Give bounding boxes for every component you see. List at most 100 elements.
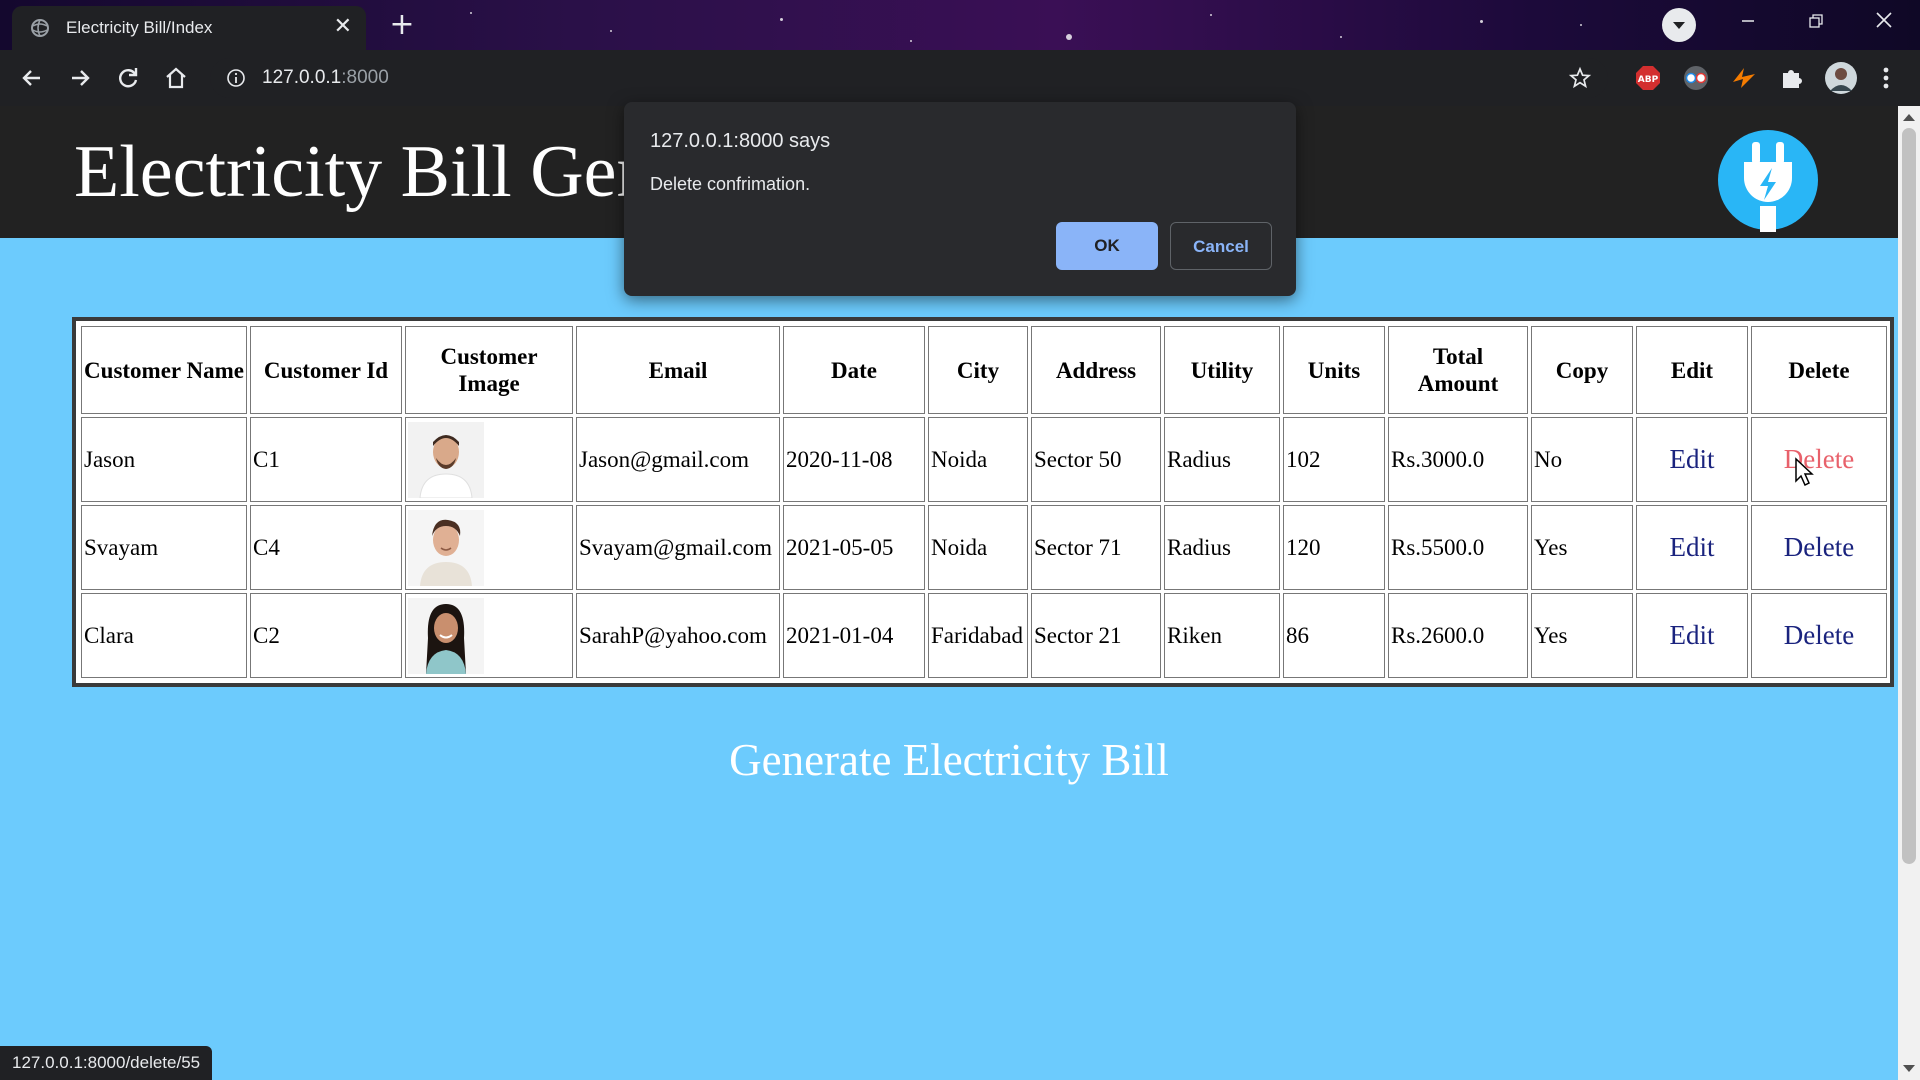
customer-name-cell: Svayam: [81, 505, 247, 590]
column-header: Delete: [1751, 326, 1887, 414]
reload-icon[interactable]: [110, 60, 146, 96]
tab-search-button[interactable]: [1662, 8, 1696, 42]
bookmark-star-icon[interactable]: [1568, 66, 1592, 90]
column-header: Address: [1031, 326, 1161, 414]
utility-cell: Riken: [1164, 593, 1280, 678]
column-header: Edit: [1636, 326, 1748, 414]
confirm-dialog: 127.0.0.1:8000 says Delete confrimation.…: [624, 102, 1296, 296]
browser-tab[interactable]: Electricity Bill/Index ✕: [12, 6, 366, 50]
dialog-title: 127.0.0.1:8000 says: [650, 130, 831, 152]
customer-photo: [408, 421, 484, 498]
email-cell: Jason@gmail.com: [576, 417, 780, 502]
column-header: Email: [576, 326, 780, 414]
customer-photo: [408, 597, 484, 674]
scroll-down-arrow-icon[interactable]: [1903, 1065, 1915, 1072]
extension-eyes-icon[interactable]: [1682, 64, 1710, 92]
copy-cell: Yes: [1531, 593, 1633, 678]
mouse-cursor-icon: [1795, 457, 1814, 487]
city-cell: Faridabad: [928, 593, 1028, 678]
column-header: Customer Image: [405, 326, 573, 414]
svg-text:ABP: ABP: [1638, 75, 1659, 85]
minimize-icon: [1742, 20, 1754, 22]
customer-image-cell: [405, 505, 573, 590]
city-cell: Noida: [928, 417, 1028, 502]
address-cell: Sector 21: [1031, 593, 1161, 678]
customers-table-container: Customer Name Customer Id Customer Image…: [72, 317, 1894, 687]
table-row: Clara C2 SarahP@yahoo.com 2021-01-04 Far…: [81, 593, 1887, 678]
customer-name-cell: Clara: [81, 593, 247, 678]
total-amount-cell: Rs.2600.0: [1388, 593, 1528, 678]
tab-strip: Electricity Bill/Index ✕ +: [0, 0, 1920, 50]
home-icon[interactable]: [158, 60, 194, 96]
column-header: Copy: [1531, 326, 1633, 414]
address-bar[interactable]: 127.0.0.1:8000: [210, 58, 1608, 98]
utility-cell: Radius: [1164, 505, 1280, 590]
new-tab-button[interactable]: +: [382, 6, 422, 46]
electric-plug-logo-icon: [1718, 130, 1818, 232]
email-cell: Svayam@gmail.com: [576, 505, 780, 590]
address-cell: Sector 71: [1031, 505, 1161, 590]
column-header: Customer Name: [81, 326, 247, 414]
units-cell: 86: [1283, 593, 1385, 678]
edit-link[interactable]: Edit: [1636, 417, 1748, 502]
info-icon[interactable]: [226, 68, 246, 88]
column-header: Utility: [1164, 326, 1280, 414]
extension-arrow-icon[interactable]: [1730, 64, 1758, 92]
table-row: Svayam C4 Svayam@gmail.com 2021-05-05 No…: [81, 505, 1887, 590]
column-header: City: [928, 326, 1028, 414]
scroll-up-arrow-icon[interactable]: [1903, 114, 1915, 121]
customer-id-cell: C4: [250, 505, 402, 590]
extensions-puzzle-icon[interactable]: [1778, 64, 1806, 92]
minimize-button[interactable]: [1718, 0, 1778, 44]
adblock-extension-icon[interactable]: ABP: [1634, 64, 1662, 92]
customer-image-cell: [405, 593, 573, 678]
close-icon: [1876, 12, 1892, 28]
table-row: Jason C1 Jason@gmail.com 2020-11-08 Noid…: [81, 417, 1887, 502]
tab-title: Electricity Bill/Index: [66, 18, 213, 37]
forward-icon[interactable]: [62, 60, 98, 96]
column-header: Units: [1283, 326, 1385, 414]
restore-icon: [1809, 14, 1823, 28]
url-text: 127.0.0.1:8000: [262, 67, 389, 88]
utility-cell: Radius: [1164, 417, 1280, 502]
delete-link[interactable]: Delete: [1751, 593, 1887, 678]
address-cell: Sector 50: [1031, 417, 1161, 502]
customer-name-cell: Jason: [81, 417, 247, 502]
total-amount-cell: Rs.3000.0: [1388, 417, 1528, 502]
edit-link[interactable]: Edit: [1636, 505, 1748, 590]
chevron-down-icon: [1673, 22, 1685, 29]
cancel-button[interactable]: Cancel: [1170, 222, 1272, 270]
date-cell: 2020-11-08: [783, 417, 925, 502]
email-cell: SarahP@yahoo.com: [576, 593, 780, 678]
scrollbar-thumb[interactable]: [1902, 128, 1916, 864]
total-amount-cell: Rs.5500.0: [1388, 505, 1528, 590]
customer-id-cell: C2: [250, 593, 402, 678]
more-menu-icon[interactable]: [1876, 64, 1896, 92]
edit-link[interactable]: Edit: [1636, 593, 1748, 678]
city-cell: Noida: [928, 505, 1028, 590]
copy-cell: No: [1531, 417, 1633, 502]
back-icon[interactable]: [14, 60, 50, 96]
date-cell: 2021-01-04: [783, 593, 925, 678]
dialog-message: Delete confrimation.: [650, 174, 811, 194]
column-header: Customer Id: [250, 326, 402, 414]
customers-table: Customer Name Customer Id Customer Image…: [78, 323, 1890, 681]
customer-id-cell: C1: [250, 417, 402, 502]
restore-button[interactable]: [1786, 0, 1846, 44]
date-cell: 2021-05-05: [783, 505, 925, 590]
generate-bill-link[interactable]: Generate Electricity Bill: [0, 734, 1898, 786]
delete-link[interactable]: Delete: [1751, 505, 1887, 590]
vertical-scrollbar[interactable]: [1898, 106, 1920, 1080]
customer-image-cell: [405, 417, 573, 502]
units-cell: 120: [1283, 505, 1385, 590]
close-window-button[interactable]: [1854, 0, 1914, 44]
delete-link[interactable]: Delete: [1751, 417, 1887, 502]
browser-toolbar: 127.0.0.1:8000 ABP: [0, 50, 1920, 106]
ok-button[interactable]: OK: [1056, 222, 1158, 270]
table-header-row: Customer Name Customer Id Customer Image…: [81, 326, 1887, 414]
column-header: Date: [783, 326, 925, 414]
copy-cell: Yes: [1531, 505, 1633, 590]
profile-avatar-icon[interactable]: [1824, 61, 1858, 95]
link-status-bar: 127.0.0.1:8000/delete/55: [0, 1046, 213, 1080]
close-tab-icon[interactable]: ✕: [334, 14, 352, 39]
